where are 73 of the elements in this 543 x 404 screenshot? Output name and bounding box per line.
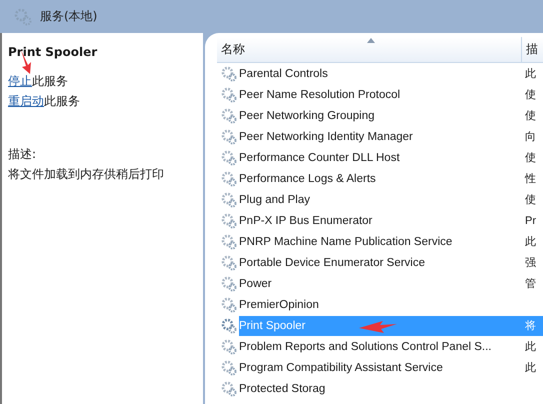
description-label: 描述: xyxy=(8,146,38,163)
description-text: 将文件加载到内存供稍后打印 xyxy=(8,166,165,183)
service-name-cell: Performance Logs & Alerts xyxy=(239,172,376,186)
gears-icon xyxy=(14,8,32,26)
description-cell: 此 xyxy=(525,340,536,354)
service-row[interactable]: PremierOpinion xyxy=(239,294,543,314)
service-name-cell: Peer Name Resolution Protocol xyxy=(239,88,400,102)
gears-icon xyxy=(221,150,237,166)
gears-icon xyxy=(221,318,237,334)
service-name-cell: Power xyxy=(239,276,272,290)
gears-icon xyxy=(221,276,237,292)
service-row[interactable]: Protected Storag xyxy=(239,378,543,398)
service-row[interactable]: Peer Name Resolution Protocol 使 xyxy=(239,84,543,104)
gears-icon xyxy=(221,66,237,82)
gears-icon xyxy=(221,254,237,270)
gears-icon xyxy=(221,338,237,354)
service-name-cell: Peer Networking Grouping xyxy=(239,108,375,122)
column-header[interactable]: 描 xyxy=(522,37,543,62)
description-cell: Pr xyxy=(525,214,536,228)
service-row[interactable]: Program Compatibility Assistant Service 此 xyxy=(239,358,543,378)
gears-icon xyxy=(221,128,237,144)
description-cell: 使 xyxy=(525,150,536,164)
description-cell: 此 xyxy=(525,234,536,248)
gears-icon xyxy=(221,108,237,124)
description-cell: 向 xyxy=(525,130,536,144)
service-row[interactable]: Power 管 xyxy=(239,274,543,294)
sort-caret-icon xyxy=(367,38,375,43)
service-name-cell: Print Spooler xyxy=(239,318,306,332)
gears-icon xyxy=(221,192,237,208)
description-cell: 将 xyxy=(525,318,536,332)
service-row[interactable]: Parental Controls 此 xyxy=(239,64,543,84)
service-row[interactable]: Problem Reports and Solutions Control Panel S... 此 xyxy=(239,336,543,356)
service-row[interactable]: Portable Device Enumerator Service 强 xyxy=(239,252,543,272)
action-link[interactable]: 停止 xyxy=(8,74,32,88)
service-name-cell: Parental Controls xyxy=(239,66,328,80)
description-cell: 强 xyxy=(525,256,536,270)
header-title: 服务(本地) xyxy=(40,8,98,25)
description-cell: 此 xyxy=(525,360,536,374)
service-row[interactable]: Performance Counter DLL Host 使 xyxy=(239,148,543,168)
service-row[interactable]: Peer Networking Grouping 使 xyxy=(239,106,543,126)
gears-icon xyxy=(221,212,237,228)
description-cell: 性 xyxy=(525,172,536,186)
service-name-cell: Peer Networking Identity Manager xyxy=(239,130,413,144)
service-name-cell: Problem Reports and Solutions Control Panel S... xyxy=(239,340,492,354)
action-link[interactable]: 重启动 xyxy=(8,94,44,108)
service-name-cell: PnP-X IP Bus Enumerator xyxy=(239,214,372,228)
gears-icon xyxy=(221,234,237,250)
description-cell: 使 xyxy=(525,88,536,102)
service-row[interactable]: Peer Networking Identity Manager 向 xyxy=(239,126,543,146)
action-text: 此服务 xyxy=(44,94,80,108)
service-name-cell: Performance Counter DLL Host xyxy=(239,150,400,164)
gears-icon xyxy=(221,296,237,312)
service-row[interactable]: Plug and Play 使 xyxy=(239,190,543,210)
gears-icon xyxy=(221,380,237,396)
action-text: 此服务 xyxy=(32,74,68,88)
description-cell: 此 xyxy=(525,66,536,80)
service-row[interactable]: PnP-X IP Bus Enumerator Pr xyxy=(239,210,543,230)
description-cell: 管 xyxy=(525,276,536,290)
gears-icon xyxy=(221,360,237,376)
service-name-cell: Program Compatibility Assistant Service xyxy=(239,360,443,374)
service-row[interactable]: PNRP Machine Name Publication Service 此 xyxy=(239,232,543,252)
service-name: Print Spooler xyxy=(8,45,98,59)
column-header[interactable]: 名称 xyxy=(217,37,522,62)
gears-icon xyxy=(221,170,237,186)
service-row[interactable]: Performance Logs & Alerts 性 xyxy=(239,168,543,188)
service-name-cell: Plug and Play xyxy=(239,192,310,206)
service-name-cell: PremierOpinion xyxy=(239,298,319,312)
service-name-cell: Portable Device Enumerator Service xyxy=(239,256,425,270)
description-cell: 使 xyxy=(525,108,536,122)
service-name-cell: Protected Storag xyxy=(239,382,326,396)
gears-icon xyxy=(221,86,237,102)
description-cell: 使 xyxy=(525,192,536,206)
service-name-cell: PNRP Machine Name Publication Service xyxy=(239,234,452,248)
